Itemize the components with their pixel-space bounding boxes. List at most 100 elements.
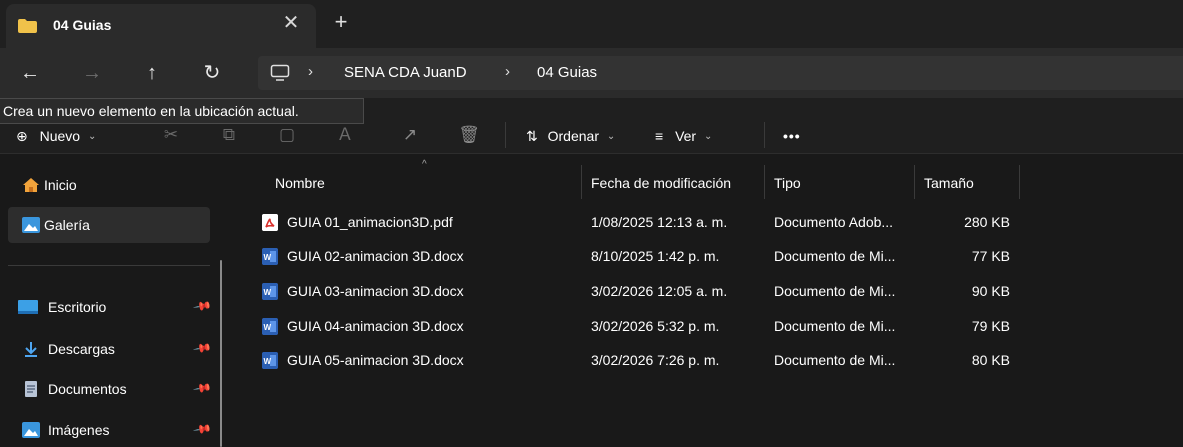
word-icon: W: [262, 283, 278, 300]
file-modified: 1/08/2025 12:13 a. m.: [591, 214, 728, 230]
file-type: Documento de Mi...: [774, 248, 896, 264]
toolbar-divider: [764, 122, 765, 148]
toolbar-divider: [505, 122, 506, 148]
column-resize-handle[interactable]: [764, 165, 765, 199]
rename-icon[interactable]: Ａ: [334, 124, 356, 146]
word-icon: W: [262, 248, 278, 265]
chevron-down-icon: ⌄: [703, 131, 713, 142]
word-icon: W: [262, 352, 278, 369]
address-bar[interactable]: › SENA CDA JuanD › 04 Guias: [258, 56, 1183, 90]
file-modified: 3/02/2026 5:32 p. m.: [591, 318, 720, 334]
file-name: GUIA 03-animacion 3D.docx: [287, 283, 464, 299]
column-header-row: ^ Nombre Fecha de modificación Tipo Tama…: [234, 155, 1183, 199]
file-modified: 3/02/2026 7:26 p. m.: [591, 352, 720, 368]
file-type: Documento de Mi...: [774, 318, 896, 334]
file-row[interactable]: W GUIA 03-animacion 3D.docx 3/02/2026 12…: [248, 276, 1028, 308]
column-resize-handle[interactable]: [581, 165, 582, 199]
download-icon: [25, 342, 37, 357]
file-modified: 3/02/2026 12:05 a. m.: [591, 283, 728, 299]
file-list: ^ Nombre Fecha de modificación Tipo Tama…: [234, 155, 1183, 447]
file-size: 80 KB: [971, 352, 1010, 368]
file-name: GUIA 04-animacion 3D.docx: [287, 318, 464, 334]
column-resize-handle[interactable]: [914, 165, 915, 199]
breadcrumb-separator[interactable]: ›: [308, 63, 313, 80]
file-name: GUIA 05-animacion 3D.docx: [287, 352, 464, 368]
cut-icon[interactable]: ✂: [160, 124, 182, 146]
svg-text:W: W: [264, 357, 272, 366]
file-type: Documento de Mi...: [774, 283, 896, 299]
chevron-down-icon: ⌄: [87, 131, 97, 142]
sidebar-item-imagenes[interactable]: Imágenes 📌: [8, 412, 213, 447]
file-row[interactable]: W GUIA 04-animacion 3D.docx 3/02/2026 5:…: [248, 311, 1028, 343]
new-item-button[interactable]: ⊕ Nuevo ⌄: [16, 128, 96, 145]
column-header-name[interactable]: Nombre: [275, 175, 325, 191]
pin-icon[interactable]: 📌: [192, 338, 212, 358]
share-icon[interactable]: ↗: [399, 124, 421, 146]
gallery-icon: [22, 217, 40, 233]
add-icon: ⊕: [16, 128, 28, 144]
column-header-size[interactable]: Tamaño: [924, 175, 974, 191]
word-icon: W: [262, 318, 278, 335]
pin-icon[interactable]: 📌: [192, 419, 212, 439]
breadcrumb-sena-cda-juand[interactable]: SENA CDA JuanD: [344, 64, 467, 81]
sidebar-divider: [8, 265, 210, 266]
up-arrow-icon[interactable]: ↑: [140, 61, 164, 85]
breadcrumb-separator[interactable]: ›: [505, 63, 510, 80]
more-options-button[interactable]: •••: [783, 128, 801, 144]
sidebar-item-label: Imágenes: [48, 422, 110, 438]
refresh-icon[interactable]: ↻: [200, 61, 224, 85]
svg-text:W: W: [264, 253, 272, 262]
title-bar: 04 Guias ✕ +: [0, 0, 1183, 48]
sort-icon: ⇅: [526, 128, 538, 144]
sort-label: Ordenar: [547, 128, 599, 144]
file-name: GUIA 01_animacion3D.pdf: [287, 214, 453, 230]
copy-icon[interactable]: ⧉: [218, 124, 240, 146]
pictures-icon: [22, 422, 40, 438]
tab-04-guias[interactable]: 04 Guias ✕: [6, 4, 316, 48]
file-size: 280 KB: [964, 214, 1010, 230]
file-row[interactable]: GUIA 01_animacion3D.pdf 1/08/2025 12:13 …: [248, 207, 1028, 239]
this-pc-icon[interactable]: [270, 64, 290, 82]
documents-icon: [25, 381, 37, 397]
delete-icon[interactable]: 🗑: [458, 124, 480, 146]
sidebar-item-label: Escritorio: [48, 299, 107, 315]
file-row[interactable]: W GUIA 02-animacion 3D.docx 8/10/2025 1:…: [248, 241, 1028, 273]
column-resize-handle[interactable]: [1019, 165, 1020, 199]
sidebar-item-label: Descargas: [48, 341, 115, 357]
sort-button[interactable]: ⇅ Ordenar ⌄: [526, 128, 615, 145]
file-size: 90 KB: [971, 283, 1010, 299]
desktop-icon: [18, 300, 38, 314]
column-header-type[interactable]: Tipo: [774, 175, 801, 191]
sidebar-item-galeria[interactable]: Galería: [8, 207, 210, 243]
back-arrow-icon[interactable]: ←: [18, 61, 42, 85]
file-size: 79 KB: [971, 318, 1010, 334]
file-name: GUIA 02-animacion 3D.docx: [287, 248, 464, 264]
file-size: 77 KB: [971, 248, 1010, 264]
new-tab-button[interactable]: +: [330, 11, 352, 34]
svg-text:W: W: [264, 323, 272, 332]
sidebar-item-escritorio[interactable]: Escritorio 📌: [8, 289, 213, 325]
close-tab-icon[interactable]: ✕: [280, 12, 302, 34]
sidebar-item-documentos[interactable]: Documentos 📌: [8, 371, 213, 407]
paste-icon[interactable]: ▢: [276, 124, 298, 146]
file-row[interactable]: W GUIA 05-animacion 3D.docx 3/02/2026 7:…: [248, 345, 1028, 377]
sidebar-item-label: Inicio: [44, 177, 77, 193]
folder-icon: [18, 19, 37, 33]
home-icon: [23, 178, 39, 192]
view-button[interactable]: ≡ Ver ⌄: [655, 128, 712, 144]
column-header-modified[interactable]: Fecha de modificación: [591, 175, 731, 191]
tab-title: 04 Guias: [53, 17, 112, 33]
file-modified: 8/10/2025 1:42 p. m.: [591, 248, 720, 264]
breadcrumb-04-guias[interactable]: 04 Guias: [537, 64, 597, 81]
sidebar-item-label: Documentos: [48, 381, 127, 397]
sidebar-item-descargas[interactable]: Descargas 📌: [8, 331, 213, 367]
file-type: Documento Adob...: [774, 214, 894, 230]
pin-icon[interactable]: 📌: [192, 378, 212, 398]
pin-icon[interactable]: 📌: [192, 296, 212, 316]
sort-ascending-icon: ^: [422, 159, 427, 170]
svg-text:W: W: [264, 288, 272, 297]
sidebar-item-inicio[interactable]: Inicio: [8, 167, 210, 203]
sidebar-item-label: Galería: [44, 217, 90, 233]
sidebar-scrollbar[interactable]: [220, 260, 222, 447]
forward-arrow-icon[interactable]: →: [80, 61, 104, 85]
